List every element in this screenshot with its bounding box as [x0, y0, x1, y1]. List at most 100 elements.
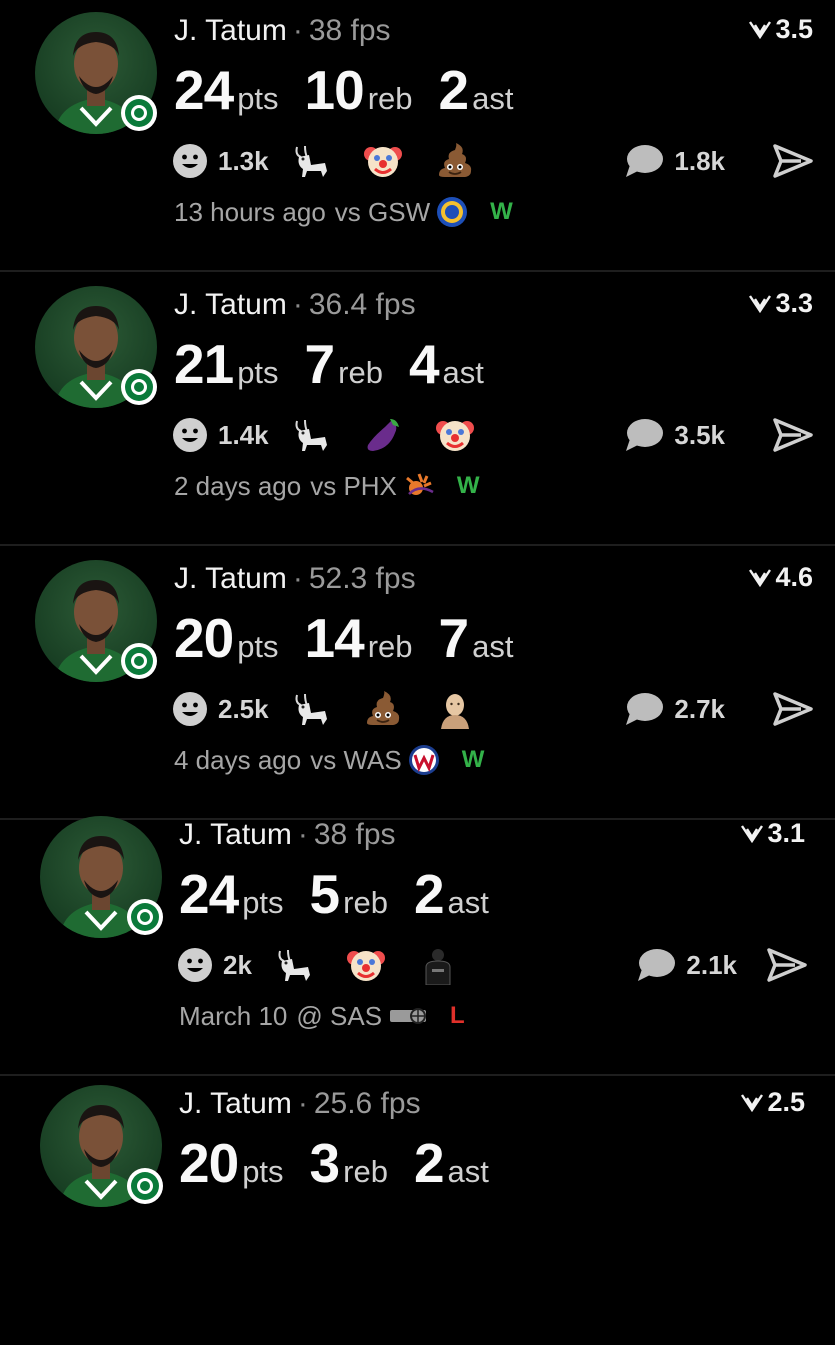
reaction-count: 1.4k — [218, 419, 269, 450]
comment-bubble-icon — [636, 947, 676, 983]
stat-line: 20 pts 3 reb 2 ast — [179, 1131, 515, 1195]
rating-score: 4.6 — [749, 562, 813, 593]
smile-reaction-icon[interactable] — [172, 417, 208, 453]
rebounds-label: reb — [367, 629, 413, 664]
comments-button[interactable]: 2.1k — [636, 944, 737, 986]
reaction-count: 2k — [223, 949, 252, 980]
rebounds-value: 3 — [309, 1132, 341, 1194]
game-meta: March 10 @ SAS L — [179, 1000, 465, 1032]
separator: · — [292, 288, 303, 321]
game-meta: 13 hours ago vs GSW W — [174, 196, 513, 228]
separator: · — [292, 562, 303, 595]
smile-reaction-icon[interactable] — [177, 947, 213, 983]
points-value: 20 — [174, 607, 234, 669]
comment-bubble-icon — [624, 691, 664, 727]
rebounds-value: 5 — [309, 863, 341, 925]
reactions-bar[interactable]: 2.5k — [172, 688, 507, 730]
rebounds-value: 10 — [304, 59, 365, 121]
game-result: W — [490, 198, 513, 225]
poop-emoji-icon[interactable] — [435, 141, 475, 181]
smile-reaction-icon[interactable] — [172, 691, 208, 727]
rating-value: 3.1 — [767, 818, 805, 848]
clown-emoji-icon[interactable] — [363, 141, 403, 181]
game-result: W — [461, 746, 485, 773]
rebounds-value: 14 — [304, 607, 365, 669]
send-arrow-icon — [767, 948, 807, 982]
time-ago: March 10 — [179, 1000, 288, 1031]
comments-button[interactable]: 3.5k — [624, 414, 725, 456]
feed-card[interactable]: J. Tatum · 38 fps 3.5 24 pts 10 reb 2 ast 1.3k … — [0, 0, 835, 272]
rating-v-icon — [749, 21, 772, 39]
send-arrow-icon — [773, 418, 813, 452]
reactions-bar[interactable]: 1.3k — [172, 140, 507, 182]
reaction-count: 2.5k — [218, 693, 269, 724]
rating-value: 3.5 — [775, 14, 813, 44]
assists-label: ast — [447, 885, 489, 920]
player-name[interactable]: J. Tatum — [174, 288, 287, 321]
fps-value: 36.4 fps — [308, 288, 416, 321]
clown-emoji-icon[interactable] — [435, 415, 475, 455]
clown-emoji-icon[interactable] — [346, 945, 386, 985]
goat-emoji-icon[interactable] — [291, 689, 331, 729]
rating-score: 3.3 — [749, 288, 813, 319]
rating-v-icon — [749, 569, 772, 587]
comments-button[interactable]: 1.8k — [624, 140, 725, 182]
reactions-bar[interactable]: 2k — [177, 944, 490, 986]
separator: · — [297, 1087, 308, 1120]
game-result: L — [450, 1002, 465, 1029]
reactions-bar[interactable]: 1.4k — [172, 414, 507, 456]
smile-reaction-icon[interactable] — [172, 143, 208, 179]
feed-card[interactable]: J. Tatum · 52.3 fps 4.6 20 pts 14 reb 7 ast 2.5… — [0, 548, 835, 820]
game-meta: 2 days ago vs PHX W — [174, 470, 480, 502]
rating-score: 3.5 — [749, 14, 813, 45]
opponent: vs PHX — [310, 470, 397, 501]
feed-card[interactable]: J. Tatum · 25.6 fps 2.5 20 pts 3 reb 2 ast — [0, 1073, 835, 1345]
assists-label: ast — [472, 81, 514, 116]
warriors-logo-icon — [436, 196, 468, 228]
fps-value: 52.3 fps — [308, 562, 416, 595]
goat-emoji-icon[interactable] — [291, 415, 331, 455]
assists-value: 2 — [413, 1132, 445, 1194]
reaction-count: 1.3k — [218, 145, 269, 176]
game-meta: 4 days ago vs WAS W — [174, 744, 484, 776]
assists-label: ast — [447, 1154, 489, 1189]
wizards-logo-icon — [408, 744, 440, 776]
opponent: @ SAS — [296, 1000, 383, 1031]
points-value: 21 — [174, 333, 234, 395]
assists-value: 2 — [438, 59, 470, 121]
eggplant-emoji-icon[interactable] — [363, 415, 403, 455]
comment-count: 2.7k — [674, 693, 725, 724]
game-result: W — [456, 472, 480, 499]
share-button[interactable] — [771, 414, 815, 456]
assists-value: 2 — [413, 863, 445, 925]
celtics-logo-icon — [120, 642, 158, 680]
poop-emoji-icon[interactable] — [363, 689, 403, 729]
goat-emoji-icon[interactable] — [274, 945, 314, 985]
comment-count: 3.5k — [674, 419, 725, 450]
opponent: vs GSW — [334, 196, 431, 227]
feed-card[interactable]: J. Tatum · 36.4 fps 3.3 21 pts 7 reb 4 ast 1.4k… — [0, 274, 835, 546]
rating-value: 4.6 — [775, 562, 813, 592]
player-name[interactable]: J. Tatum — [179, 818, 292, 851]
comments-button[interactable]: 2.7k — [624, 688, 725, 730]
player-name[interactable]: J. Tatum — [174, 562, 287, 595]
points-label: pts — [237, 629, 279, 664]
points-label: pts — [242, 1154, 284, 1189]
celtics-logo-icon — [120, 94, 158, 132]
share-button[interactable] — [765, 944, 809, 986]
goat-emoji-icon[interactable] — [291, 141, 331, 181]
share-button[interactable] — [771, 140, 815, 182]
rating-value: 3.3 — [775, 288, 813, 318]
time-ago: 13 hours ago — [174, 196, 326, 227]
nets-jersey-emoji-icon[interactable] — [418, 945, 458, 985]
fps-value: 38 fps — [313, 818, 396, 851]
points-label: pts — [237, 355, 279, 390]
player-name[interactable]: J. Tatum — [179, 1087, 292, 1120]
time-ago: 4 days ago — [174, 744, 302, 775]
feed-card[interactable]: J. Tatum · 38 fps 3.1 24 pts 5 reb 2 ast 2k 2.1… — [0, 804, 835, 1076]
comment-count: 2.1k — [686, 949, 737, 980]
player-name[interactable]: J. Tatum — [174, 14, 287, 47]
share-button[interactable] — [771, 688, 815, 730]
points-label: pts — [237, 81, 279, 116]
bald-man-emoji-icon[interactable] — [435, 689, 475, 729]
